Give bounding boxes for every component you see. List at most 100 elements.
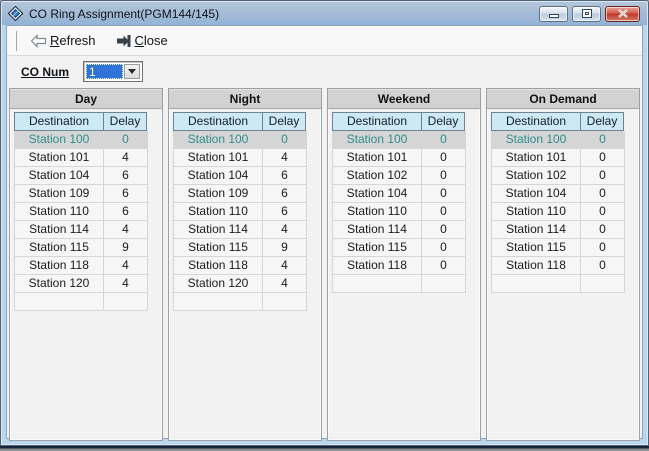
table-row[interactable]: Station 1020 — [332, 167, 466, 185]
window-controls — [539, 6, 642, 22]
column-header-delay[interactable]: Delay — [580, 112, 624, 131]
table-row[interactable]: Station 1014 — [173, 149, 307, 167]
delay-cell: 6 — [104, 203, 148, 221]
close-button[interactable] — [605, 6, 640, 22]
table-row[interactable]: Station 1150 — [332, 239, 466, 257]
destination-cell: Station 120 — [173, 275, 263, 293]
delay-cell: 4 — [263, 149, 307, 167]
column-header-destination[interactable]: Destination — [491, 112, 581, 131]
table-row[interactable]: Station 1140 — [491, 221, 625, 239]
app-diamond-icon — [7, 5, 24, 22]
close-action-button[interactable]: Close — [111, 31, 173, 50]
delay-cell: 0 — [581, 221, 625, 239]
destination-cell: Station 118 — [332, 257, 422, 275]
column-header-destination[interactable]: Destination — [173, 112, 263, 131]
empty-row — [491, 275, 625, 293]
delay-cell: 0 — [581, 167, 625, 185]
table-row[interactable]: Station 1040 — [491, 185, 625, 203]
table-row[interactable]: Station 1000 — [332, 131, 466, 149]
destination-cell — [491, 275, 581, 293]
table-row[interactable]: Station 1144 — [14, 221, 148, 239]
destination-cell: Station 104 — [173, 167, 263, 185]
column-header-destination[interactable]: Destination — [332, 112, 422, 131]
panel-on-demand: On Demand Destination Delay Station 1000… — [486, 88, 640, 441]
destination-cell: Station 118 — [14, 257, 104, 275]
table-row[interactable]: Station 1184 — [14, 257, 148, 275]
table-row[interactable]: Station 1020 — [491, 167, 625, 185]
table-row[interactable]: Station 1144 — [173, 221, 307, 239]
table-row[interactable]: Station 1000 — [491, 131, 625, 149]
table-row[interactable]: Station 1184 — [173, 257, 307, 275]
assignment-table: Destination Delay Station 1000Station 10… — [332, 112, 466, 293]
close-action-label: Close — [135, 33, 168, 48]
table-row[interactable]: Station 1159 — [173, 239, 307, 257]
delay-cell: 6 — [104, 185, 148, 203]
panel-night: Night Destination Delay Station 1000Stat… — [168, 88, 322, 441]
table-row[interactable]: Station 1010 — [491, 149, 625, 167]
column-header-delay[interactable]: Delay — [421, 112, 465, 131]
refresh-label: Refresh — [50, 33, 96, 48]
delay-cell: 0 — [422, 257, 466, 275]
column-header-destination[interactable]: Destination — [14, 112, 104, 131]
co-num-selected-value[interactable]: 1 — [86, 64, 123, 79]
table-row[interactable]: Station 1000 — [14, 131, 148, 149]
table-row[interactable]: Station 1100 — [491, 203, 625, 221]
destination-cell: Station 100 — [332, 131, 422, 149]
table-row[interactable]: Station 1096 — [14, 185, 148, 203]
destination-cell — [14, 293, 104, 311]
table-row[interactable]: Station 1106 — [173, 203, 307, 221]
maximize-button[interactable] — [572, 6, 601, 22]
table-row[interactable]: Station 1096 — [173, 185, 307, 203]
destination-cell: Station 100 — [173, 131, 263, 149]
delay-cell: 4 — [263, 257, 307, 275]
close-icon — [618, 9, 628, 18]
table-row[interactable]: Station 1180 — [332, 257, 466, 275]
delay-cell: 6 — [263, 167, 307, 185]
maximize-icon — [582, 9, 592, 18]
delay-cell — [422, 275, 466, 293]
destination-cell — [173, 293, 263, 311]
co-num-combobox[interactable]: 1 — [83, 61, 143, 82]
delay-cell: 6 — [263, 185, 307, 203]
table-row[interactable]: Station 1046 — [14, 167, 148, 185]
screen: CO Ring Assignment(PGM144/145) — [0, 0, 649, 451]
destination-cell: Station 118 — [491, 257, 581, 275]
minimize-button[interactable] — [539, 6, 568, 22]
table-row[interactable]: Station 1150 — [491, 239, 625, 257]
column-header-delay[interactable]: Delay — [103, 112, 147, 131]
delay-cell: 0 — [422, 149, 466, 167]
table-row[interactable]: Station 1040 — [332, 185, 466, 203]
table-row[interactable]: Station 1140 — [332, 221, 466, 239]
table-header-row: Destination Delay — [332, 112, 466, 131]
table-row[interactable]: Station 1180 — [491, 257, 625, 275]
destination-cell: Station 115 — [14, 239, 104, 257]
table-row[interactable]: Station 1159 — [14, 239, 148, 257]
table-row[interactable]: Station 1100 — [332, 203, 466, 221]
panel-day: Day Destination Delay Station 1000Statio… — [9, 88, 163, 441]
table-row[interactable]: Station 1204 — [173, 275, 307, 293]
delay-cell: 0 — [422, 221, 466, 239]
co-num-dropdown-button[interactable] — [124, 64, 140, 79]
toolbar-gripper[interactable] — [14, 31, 17, 51]
panel-title: Day — [10, 89, 162, 109]
table-body: Station 1000Station 1014Station 1046Stat… — [14, 131, 148, 311]
delay-cell: 0 — [581, 257, 625, 275]
table-row[interactable]: Station 1000 — [173, 131, 307, 149]
titlebar[interactable]: CO Ring Assignment(PGM144/145) — [2, 2, 647, 25]
column-header-delay[interactable]: Delay — [262, 112, 306, 131]
table-row[interactable]: Station 1204 — [14, 275, 148, 293]
chevron-down-icon — [128, 69, 136, 74]
table-row[interactable]: Station 1106 — [14, 203, 148, 221]
table-row[interactable]: Station 1010 — [332, 149, 466, 167]
refresh-button[interactable]: Refresh — [25, 31, 101, 50]
destination-cell: Station 110 — [332, 203, 422, 221]
co-num-label: CO Num — [21, 65, 69, 79]
window-title: CO Ring Assignment(PGM144/145) — [29, 7, 219, 21]
destination-cell: Station 120 — [14, 275, 104, 293]
table-row[interactable]: Station 1046 — [173, 167, 307, 185]
table-row[interactable]: Station 1014 — [14, 149, 148, 167]
destination-cell: Station 101 — [332, 149, 422, 167]
panel-title: On Demand — [487, 89, 639, 109]
destination-cell: Station 101 — [173, 149, 263, 167]
window-content: Refresh Close CO Num 1 — [6, 25, 643, 439]
